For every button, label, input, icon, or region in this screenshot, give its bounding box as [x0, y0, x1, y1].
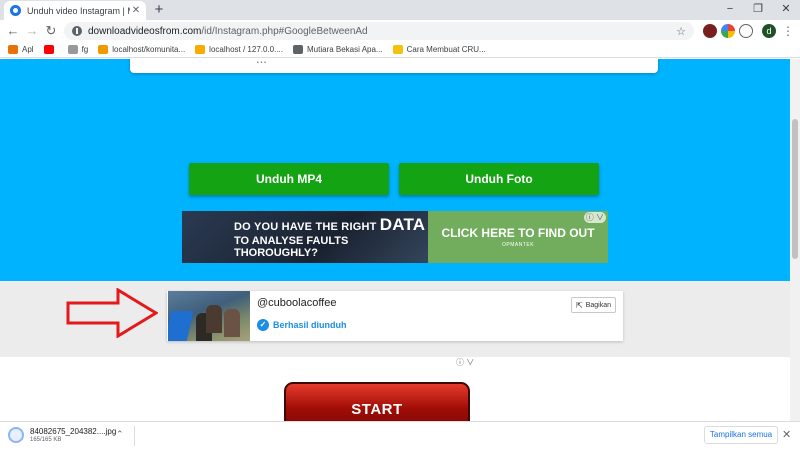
- ad-choices-icon[interactable]: ⓘ ∨: [583, 212, 606, 223]
- tab-title: Unduh video Instagram | MP3, M: [27, 5, 130, 16]
- phpmyadmin-icon: [195, 45, 206, 54]
- download-status: ✓ Berhasil diunduh: [257, 319, 347, 331]
- download-shelf: 84082675_204382....jpg 165/165 KB ⌃ Tamp…: [0, 421, 800, 450]
- bookmark-phpmyadmin[interactable]: localhost / 127.0.0....: [195, 45, 283, 54]
- bookmark-apps[interactable]: Apl: [8, 45, 34, 54]
- close-window-button[interactable]: ✕: [772, 0, 800, 20]
- ad-text-panel: DO YOU HAVE THE RIGHT DATA TO ANALYSE FA…: [182, 211, 428, 263]
- extension-icon[interactable]: [703, 24, 717, 38]
- apps-grid-icon: [8, 45, 18, 54]
- lock-icon[interactable]: [72, 26, 82, 36]
- ad-cta-text: CLICK HERE TO FIND OUT: [441, 226, 595, 240]
- download-file-name[interactable]: 84082675_204382....jpg: [30, 427, 116, 436]
- bookmark-youtube[interactable]: [43, 45, 58, 54]
- ad-cta-panel[interactable]: CLICK HERE TO FIND OUT OPMANTEK: [428, 211, 608, 263]
- bookmark-label: localhost / 127.0.0....: [209, 45, 283, 54]
- bookmark-label: Cara Membuat CRU...: [406, 45, 486, 54]
- close-shelf-icon[interactable]: ✕: [782, 428, 791, 441]
- share-label: Bagikan: [585, 301, 611, 309]
- show-all-downloads-button[interactable]: Tampilkan semua: [704, 426, 778, 444]
- url-input-card[interactable]: ...: [130, 59, 658, 73]
- page-viewport: ... Unduh MP4 Unduh Foto DO YOU HAVE THE…: [0, 59, 790, 421]
- color-extension-icon[interactable]: [721, 24, 735, 38]
- input-hint: ...: [256, 59, 267, 66]
- ad-headline-2: TO ANALYSE FAULTS THOROUGHLY?: [234, 235, 349, 259]
- site-favicon-icon: [10, 5, 21, 16]
- bookmark-mutiara[interactable]: Mutiara Bekasi Apa...: [293, 45, 383, 54]
- url-path: /id/Instagram.php#GoogleBetweenAd: [201, 25, 368, 37]
- download-photo-button[interactable]: Unduh Foto: [399, 163, 599, 195]
- ad-brand-logo: OPMANTEK: [501, 242, 535, 248]
- folder-icon: [392, 45, 403, 54]
- minimize-button[interactable]: −: [716, 0, 744, 20]
- new-tab-button[interactable]: +: [151, 1, 167, 19]
- xampp-icon: [98, 45, 109, 54]
- bookmark-label: fg: [81, 45, 89, 54]
- check-circle-icon: ✓: [257, 319, 269, 331]
- profile-avatar[interactable]: d: [762, 24, 776, 38]
- share-button[interactable]: ⇱ Bagikan: [571, 297, 616, 313]
- bookmark-komunitas[interactable]: localhost/komunita...: [98, 45, 185, 54]
- download-result-card: @cuboolacoffee ✓ Berhasil diunduh ⇱ Bagi…: [167, 291, 623, 341]
- bookmark-fg[interactable]: fg: [67, 45, 89, 54]
- tab-strip: Unduh video Instagram | MP3, M ✕ + − ❐ ✕: [0, 0, 800, 20]
- ad-headline-1: DO YOU HAVE THE RIGHT DATA: [234, 215, 428, 235]
- menu-icon[interactable]: ⋮: [782, 22, 794, 40]
- chevron-up-icon[interactable]: ⌃: [116, 429, 124, 440]
- download-mp4-button[interactable]: Unduh MP4: [189, 163, 389, 195]
- download-file-size: 165/165 KB: [30, 437, 62, 443]
- close-tab-icon[interactable]: ✕: [130, 5, 142, 16]
- red-arrow-icon: [66, 288, 158, 338]
- bookmark-star-icon[interactable]: ☆: [676, 25, 686, 38]
- bookmarks-bar: Apl fg localhost/komunita... localhost /…: [0, 42, 800, 58]
- bookmark-crud[interactable]: Cara Membuat CRU...: [392, 45, 486, 54]
- scrollbar-thumb[interactable]: [792, 119, 798, 259]
- back-button[interactable]: ←: [5, 22, 21, 40]
- ad-headline-big: DATA: [379, 215, 426, 234]
- address-bar[interactable]: downloadvideosfrom.com/id/Instagram.php#…: [64, 22, 694, 40]
- globe-icon: [293, 45, 303, 54]
- download-progress-icon[interactable]: [8, 427, 24, 443]
- bookmark-label: localhost/komunita...: [112, 45, 186, 54]
- media-thumbnail: [168, 291, 250, 341]
- shelf-divider: [134, 426, 135, 446]
- reload-button[interactable]: ↻: [43, 22, 59, 40]
- page-scrollbar[interactable]: [790, 59, 800, 421]
- pen-extension-icon[interactable]: [739, 24, 753, 38]
- start-ad-button[interactable]: START: [284, 382, 470, 421]
- instagram-username: @cuboolacoffee: [257, 297, 337, 309]
- browser-tab[interactable]: Unduh video Instagram | MP3, M ✕: [4, 1, 146, 20]
- ad-banner[interactable]: DO YOU HAVE THE RIGHT DATA TO ANALYSE FA…: [182, 211, 608, 263]
- bookmark-label: Apl: [22, 45, 34, 54]
- url-host: downloadvideosfrom.com: [88, 25, 202, 37]
- ad2-choices-icon[interactable]: ⓘ ∨: [456, 357, 474, 368]
- share-icon: ⇱: [576, 300, 583, 310]
- ad-headline-pre: DO YOU HAVE THE RIGHT: [234, 221, 380, 233]
- page-icon: [67, 45, 78, 54]
- forward-button[interactable]: →: [24, 22, 40, 40]
- bookmark-label: Mutiara Bekasi Apa...: [307, 45, 383, 54]
- youtube-icon: [43, 45, 54, 54]
- browser-toolbar: ← → ↻ downloadvideosfrom.com/id/Instagra…: [0, 20, 800, 42]
- status-text: Berhasil diunduh: [273, 320, 347, 330]
- url-text: downloadvideosfrom.com/id/Instagram.php#…: [88, 26, 368, 37]
- restore-button[interactable]: ❐: [744, 0, 772, 20]
